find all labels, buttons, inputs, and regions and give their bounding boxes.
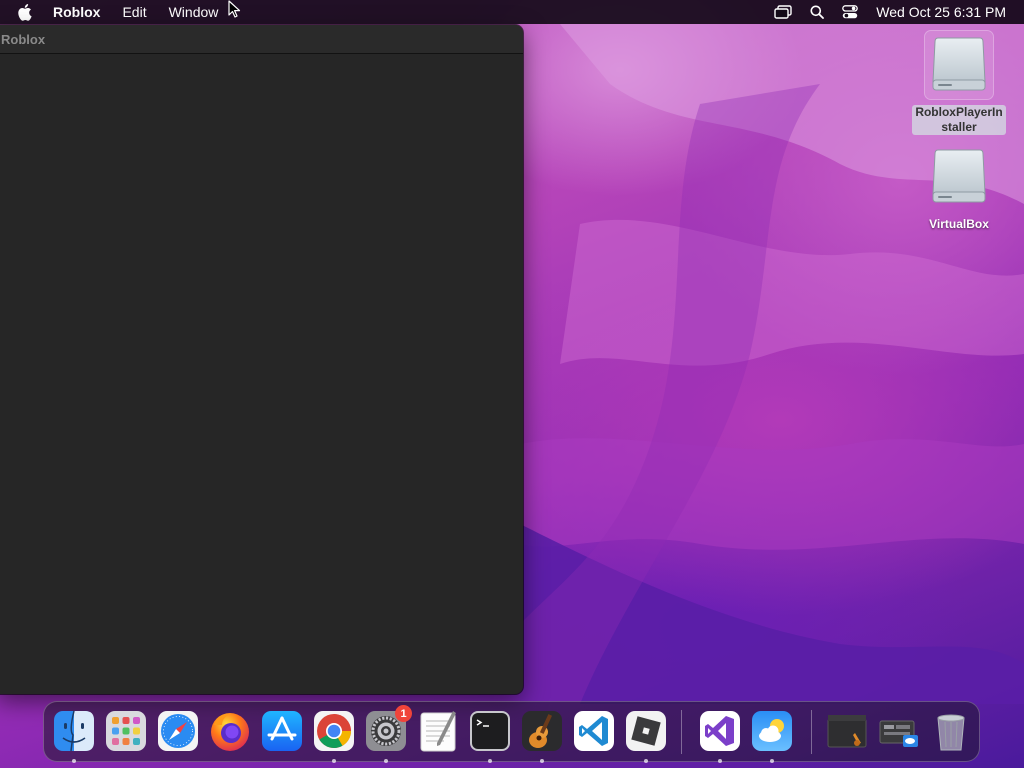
vscode-icon — [574, 711, 614, 751]
dock-finder[interactable] — [52, 709, 96, 763]
menu-window[interactable]: Window — [169, 4, 219, 20]
screen-mirroring-icon[interactable] — [774, 5, 792, 19]
dock-garageband[interactable] — [520, 709, 564, 763]
running-indicator — [770, 759, 774, 763]
running-indicator — [488, 759, 492, 763]
dock-textedit[interactable] — [416, 709, 460, 753]
desktop-icon-robloxplayerinstaller[interactable]: RobloxPlayerInstaller — [909, 30, 1009, 135]
dock-system-settings[interactable]: 1 — [364, 705, 412, 763]
window-content — [0, 54, 523, 694]
safari-icon — [158, 711, 198, 751]
window-title: Roblox — [1, 31, 46, 47]
roblox-icon — [626, 711, 666, 751]
dock-visual-studio[interactable] — [698, 709, 742, 763]
dock-folder-stack[interactable] — [825, 709, 869, 753]
trash-icon — [937, 714, 965, 751]
firefox-icon — [211, 713, 249, 751]
apple-icon[interactable] — [18, 3, 36, 21]
chrome-icon — [314, 711, 354, 751]
weather-icon — [752, 711, 792, 751]
dock-weather[interactable] — [750, 709, 794, 763]
running-indicator — [332, 759, 336, 763]
spotlight-search-icon[interactable] — [810, 5, 825, 19]
running-indicator — [384, 759, 388, 763]
finder-icon — [54, 710, 94, 752]
visual-studio-icon — [700, 711, 740, 751]
dock-trash[interactable] — [929, 709, 973, 753]
garageband-icon — [522, 711, 562, 751]
launchpad-icon — [106, 711, 146, 751]
menu-edit[interactable]: Edit — [122, 4, 146, 20]
dock-safari[interactable] — [156, 709, 200, 753]
running-indicator — [644, 759, 648, 763]
menu-bar: Roblox Edit Window Wed Oct 25 6:31 PM — [0, 0, 1024, 24]
folder-stack-icon — [827, 715, 867, 748]
disk-image-icon — [925, 143, 993, 211]
dock-launchpad[interactable] — [104, 709, 148, 753]
menu-app-name[interactable]: Roblox — [53, 4, 100, 20]
dock-separator — [811, 710, 812, 754]
running-indicator — [540, 759, 544, 763]
desktop-icon-label: VirtualBox — [929, 217, 989, 231]
running-indicator — [718, 759, 722, 763]
dock-terminal[interactable] — [468, 709, 512, 763]
dock: 1 — [43, 701, 980, 763]
dock-downloads-stack[interactable] — [877, 709, 921, 753]
dock-chrome[interactable] — [312, 709, 356, 763]
terminal-icon — [470, 711, 510, 751]
control-center-icon[interactable] — [842, 5, 859, 19]
downloads-stack-icon — [879, 720, 918, 747]
status-area: Wed Oct 25 6:31 PM — [774, 0, 1024, 24]
roblox-window[interactable]: Roblox — [0, 25, 523, 694]
dock-separator — [681, 710, 682, 754]
desktop-icon-label: RobloxPlayerInstaller — [912, 105, 1006, 135]
dock-app-store[interactable] — [260, 709, 304, 753]
running-indicator — [72, 759, 76, 763]
notification-badge: 1 — [395, 705, 412, 722]
dock-roblox[interactable] — [624, 709, 668, 763]
dock-vscode[interactable] — [572, 709, 616, 753]
textedit-icon — [420, 711, 456, 752]
app-store-icon — [262, 711, 302, 751]
menu-clock[interactable]: Wed Oct 25 6:31 PM — [876, 4, 1006, 20]
window-titlebar[interactable]: Roblox — [0, 25, 523, 54]
disk-image-icon — [924, 30, 994, 100]
desktop-icon-virtualbox[interactable]: VirtualBox — [909, 143, 1009, 232]
mouse-cursor-icon — [228, 0, 241, 18]
dock-firefox[interactable] — [208, 709, 252, 753]
